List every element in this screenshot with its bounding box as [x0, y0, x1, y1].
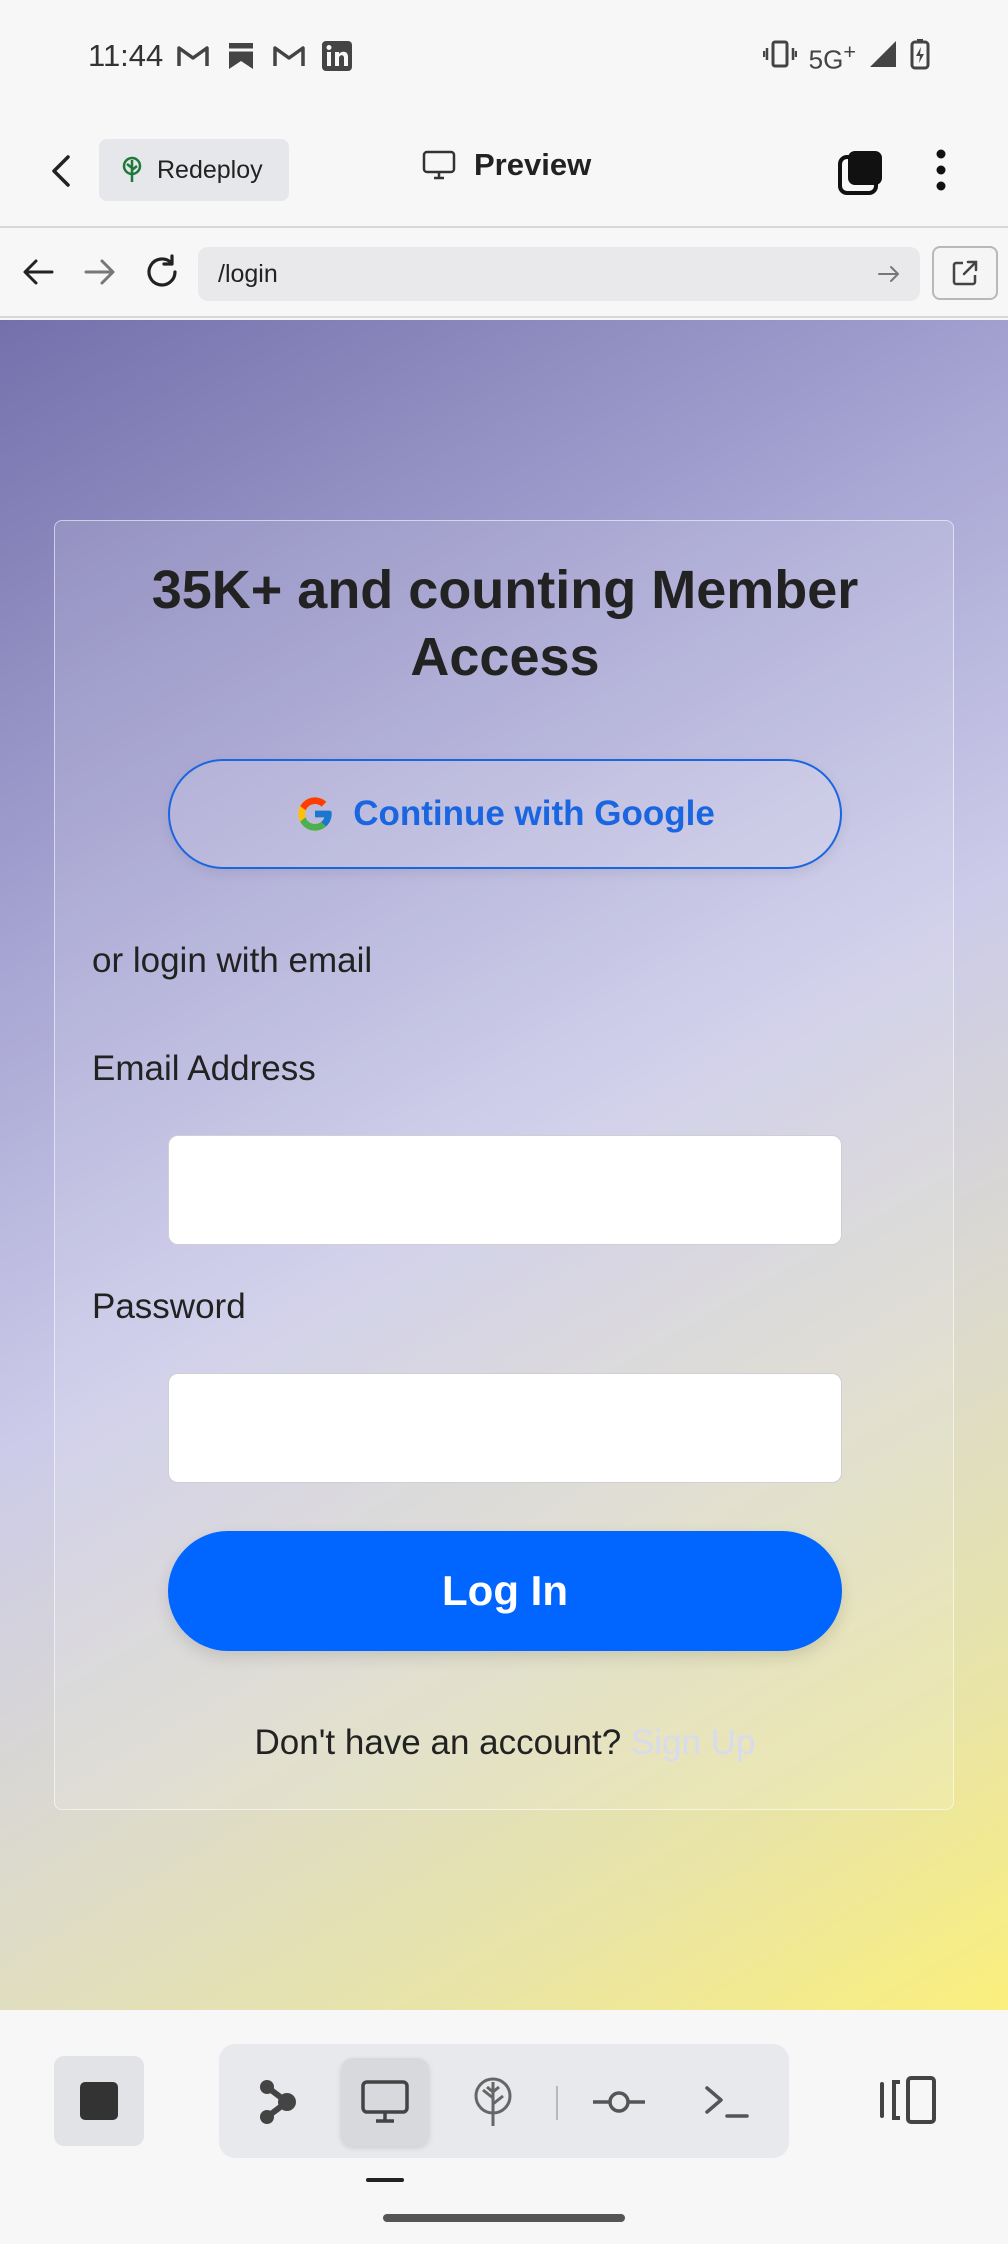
- preview-desktop-icon: [361, 2080, 409, 2123]
- email-field[interactable]: [168, 1135, 842, 1245]
- preview-tool-button[interactable]: [341, 2058, 429, 2146]
- notification-icons: [176, 40, 354, 72]
- chevron-left-icon: [52, 155, 70, 187]
- kebab-menu-icon: [936, 149, 946, 191]
- deploy-tool-button[interactable]: [449, 2058, 537, 2146]
- commit-tool-button[interactable]: [575, 2058, 663, 2146]
- stop-button[interactable]: [54, 2056, 144, 2146]
- monitor-icon: [422, 150, 456, 180]
- status-time: 11:44: [88, 38, 164, 73]
- go-arrow-icon[interactable]: [876, 261, 902, 287]
- continue-with-google-button[interactable]: Continue with Google: [168, 759, 842, 869]
- reload-button[interactable]: [142, 252, 182, 292]
- signup-link[interactable]: Sign Up: [631, 1723, 756, 1762]
- password-field[interactable]: [168, 1373, 842, 1483]
- back-button[interactable]: [42, 151, 82, 191]
- preview-label: Preview: [474, 147, 592, 182]
- tool-group: [219, 2044, 789, 2158]
- terminal-tool-button[interactable]: [683, 2058, 771, 2146]
- password-label: Password: [92, 1287, 246, 1326]
- browser-back-button[interactable]: [18, 252, 58, 292]
- bookmark-icon: [224, 40, 258, 72]
- arrow-left-icon: [23, 259, 54, 285]
- stop-icon: [80, 2082, 118, 2120]
- home-indicator[interactable]: [383, 2214, 625, 2222]
- google-button-label: Continue with Google: [353, 794, 715, 833]
- agent-tool-button[interactable]: [233, 2058, 321, 2146]
- reload-icon: [147, 254, 177, 287]
- network-type: 5G+: [808, 39, 856, 75]
- deploy-icon: [474, 2077, 512, 2126]
- vibrate-icon: [762, 40, 797, 75]
- status-bar: 11:44 5G+: [0, 0, 1008, 115]
- login-card: 35K+ and counting Member Access Continue…: [54, 520, 954, 1810]
- url-input[interactable]: /login: [198, 247, 920, 301]
- agent-icon: [260, 2080, 296, 2124]
- browser-bar: /login: [0, 228, 1008, 318]
- terminal-icon: [705, 2086, 749, 2118]
- system-status: 5G+: [762, 38, 930, 77]
- signup-prompt: Don't have an account? Sign Up: [55, 1723, 955, 1763]
- more-options-button[interactable]: [926, 145, 956, 195]
- redeploy-button[interactable]: Redeploy: [99, 139, 289, 201]
- active-tool-indicator: [366, 2178, 404, 2182]
- email-label: Email Address: [92, 1049, 316, 1088]
- linkedin-icon: [320, 40, 354, 72]
- google-logo-icon: [298, 797, 332, 831]
- bottom-toolbar: [0, 2010, 1008, 2244]
- app-header: Redeploy Preview: [0, 115, 1008, 228]
- redeploy-label: Redeploy: [157, 155, 263, 184]
- tabs-button[interactable]: [836, 147, 886, 197]
- no-account-text: Don't have an account?: [254, 1723, 622, 1762]
- toolbar-divider: [556, 2086, 558, 2120]
- commit-icon: [593, 2091, 645, 2113]
- or-login-with-email-label: or login with email: [92, 941, 373, 980]
- gmail-icon: [272, 40, 306, 72]
- deploy-tree-icon: [122, 156, 142, 182]
- open-external-button[interactable]: [932, 246, 998, 300]
- login-button[interactable]: Log In: [168, 1531, 842, 1651]
- url-text: /login: [218, 259, 278, 288]
- preview-title: Preview: [422, 147, 591, 183]
- panel-toggle-button[interactable]: [878, 2074, 940, 2126]
- page-title: 35K+ and counting Member Access: [151, 560, 859, 687]
- arrow-right-icon: [84, 259, 115, 285]
- battery-charging-icon: [910, 38, 930, 77]
- external-link-icon: [952, 260, 978, 286]
- tabs-icon: [838, 151, 882, 195]
- gmail-icon: [176, 40, 210, 72]
- browser-forward-button[interactable]: [80, 252, 120, 292]
- web-preview: 35K+ and counting Member Access Continue…: [0, 320, 1008, 2010]
- panel-toggle-icon: [880, 2076, 936, 2124]
- signal-icon: [868, 39, 898, 76]
